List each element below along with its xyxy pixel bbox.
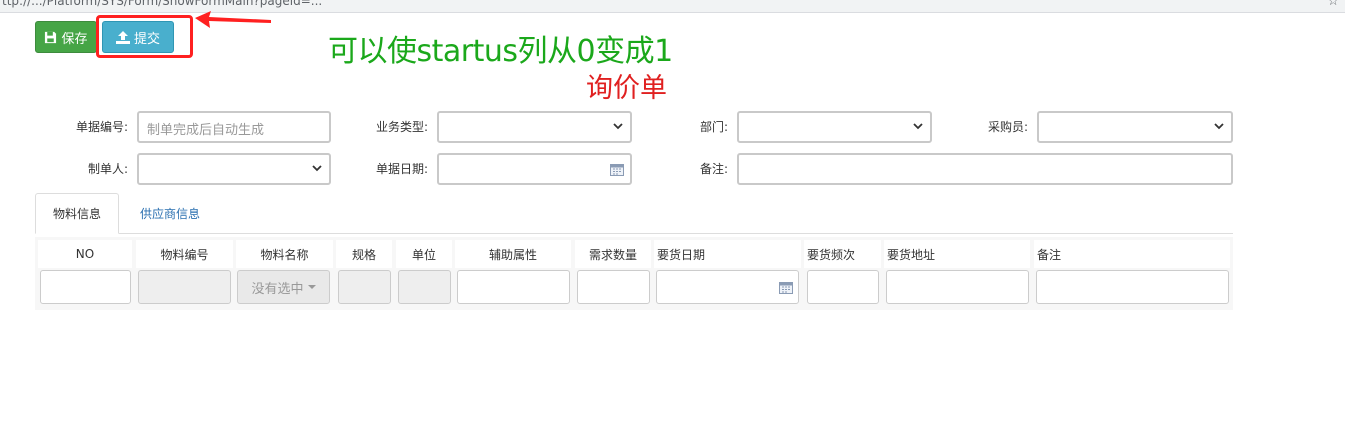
biz-type-label: 业务类型: [375,120,428,134]
material-name-placeholder: 没有选中 [251,281,304,297]
cell-material-code [138,270,231,304]
doc-no-input[interactable]: 制单完成后自动生成 [137,111,331,143]
form-title-annotation: 询价单 [586,73,667,104]
highlight-box [96,15,193,58]
material-grid: NO 物料编号 物料名称 规格 单位 辅助属性 需求数量 要货日期 要货频次 要… [35,237,1233,310]
chevron-down-icon [613,123,623,130]
calendar-icon[interactable] [779,281,793,294]
column-header-req-qty: 需求数量 [575,240,651,268]
doc-date-input[interactable] [437,153,632,185]
column-header-delivery-date: 要货日期 [654,240,801,268]
column-header-material-code: 物料编号 [136,240,233,268]
green-annotation-note: 可以使startus列从0变成1 [328,34,673,69]
column-header-aux-attr: 辅助属性 [455,240,571,268]
buyer-select[interactable] [1037,111,1233,143]
dept-select[interactable] [737,111,932,143]
red-arrow-annotation [195,11,271,28]
cell-unit [398,270,451,304]
column-header-material-name: 物料名称 [236,240,333,268]
remark-input[interactable] [737,153,1233,185]
save-button-label: 保存 [61,31,88,47]
column-header-spec: 规格 [336,240,392,268]
url-text: ttp://.../Platform/SYS/Form/ShowFormMain… [2,0,323,8]
doc-date-label: 单据日期: [375,162,428,176]
chevron-down-icon [1214,123,1224,130]
cell-spec [338,270,391,304]
save-button[interactable]: 保存 [35,21,97,53]
biz-type-select[interactable] [437,111,632,143]
maker-label: 制单人: [87,162,128,176]
cell-req-qty-input[interactable] [577,270,650,304]
buyer-label: 采购员: [987,120,1028,134]
column-header-remark: 备注 [1034,240,1230,268]
cell-delivery-freq-input[interactable] [807,270,879,304]
remark-label: 备注: [699,162,728,176]
column-header-delivery-freq: 要货频次 [804,240,881,268]
column-header-unit: 单位 [396,240,452,268]
maker-select[interactable] [137,153,331,185]
cell-aux-attr-input[interactable] [457,270,570,304]
column-header-delivery-address: 要货地址 [884,240,1030,268]
chevron-down-icon [913,123,923,130]
caret-down-icon [307,285,316,289]
cell-no-input[interactable] [40,270,131,304]
tab-supplier-info[interactable]: 供应商信息 [125,193,215,233]
cell-remark-input[interactable] [1036,270,1229,304]
dept-label: 部门: [699,120,728,134]
doc-no-placeholder: 制单完成后自动生成 [147,123,265,138]
tab-material-info[interactable]: 物料信息 [35,193,119,234]
calendar-icon[interactable] [610,163,624,176]
chevron-down-icon [312,165,322,172]
floppy-disk-icon [45,31,57,43]
bookmark-star-icon[interactable]: ☆ [1327,0,1339,9]
column-header-no: NO [38,240,132,268]
cell-delivery-address-input[interactable] [886,270,1029,304]
material-name-dropdown[interactable]: 没有选中 [237,270,330,304]
cell-delivery-date-input[interactable] [656,270,799,304]
doc-no-label: 单据编号: [75,120,128,134]
tabs-divider [35,233,1233,234]
